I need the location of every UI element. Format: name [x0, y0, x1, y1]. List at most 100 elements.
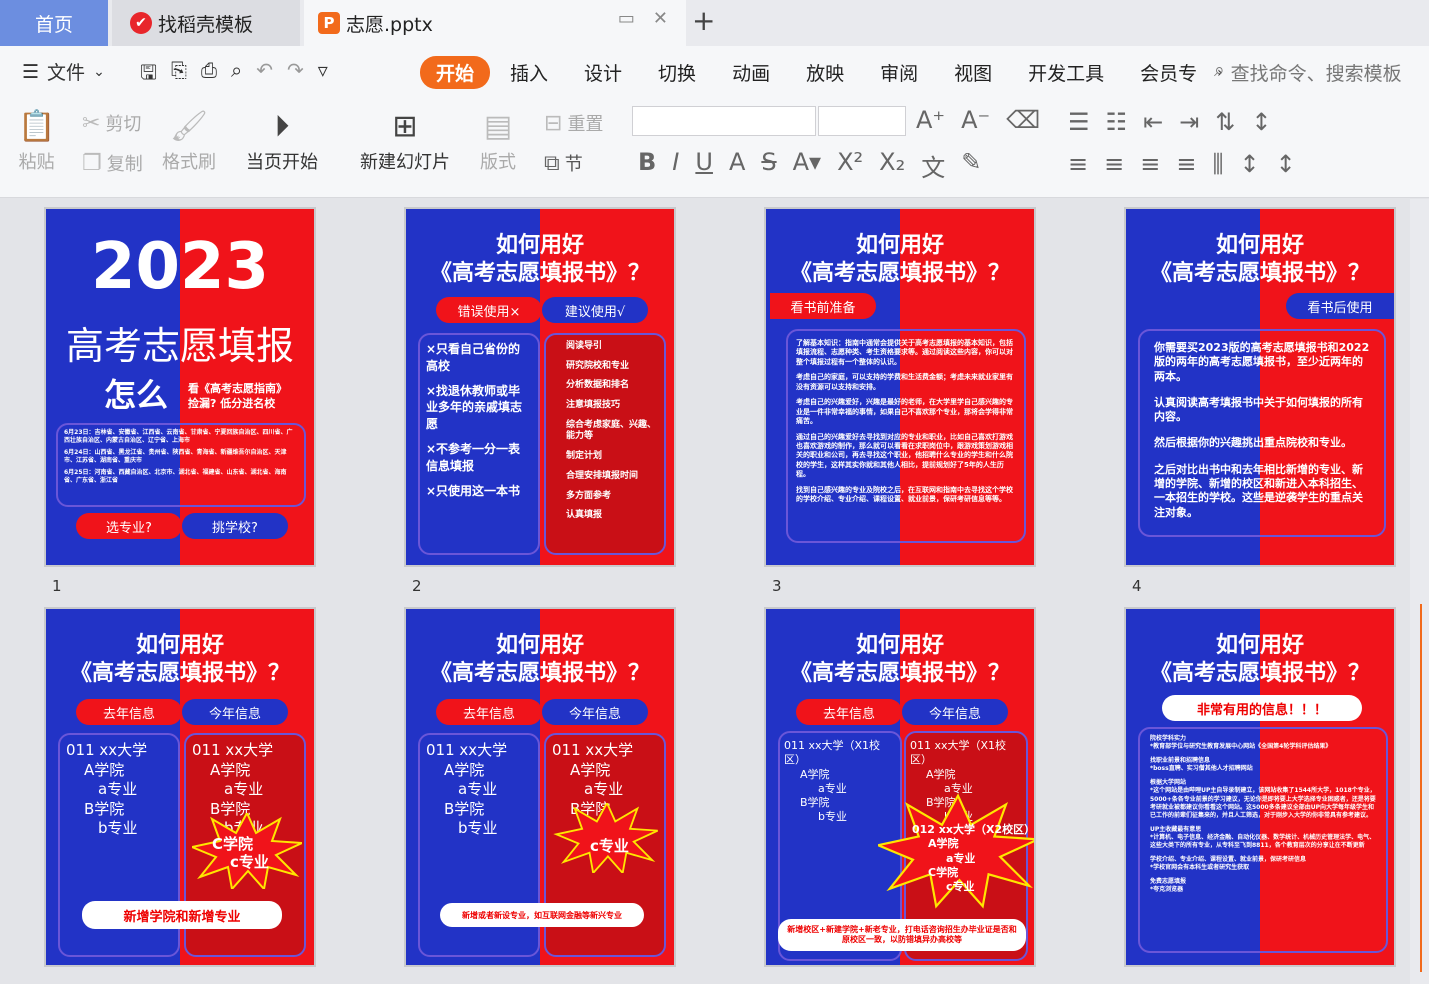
- reset-label: 重置: [567, 114, 604, 135]
- tab-transition[interactable]: 切换: [642, 56, 712, 89]
- superscript-icon[interactable]: X²: [837, 148, 863, 183]
- font-color-icon[interactable]: A▾: [793, 148, 821, 183]
- university-line: 011 xx大学: [552, 741, 634, 759]
- text-direction-icon[interactable]: ⇅: [1215, 108, 1235, 136]
- cut-label: 剪切: [105, 114, 142, 135]
- underline-icon[interactable]: U: [695, 148, 713, 183]
- highlight-icon[interactable]: ✎: [961, 148, 981, 183]
- new-college-line: C学院: [212, 835, 254, 853]
- last-year-pill: 去年信息: [76, 699, 182, 725]
- slide-thumbnail-2[interactable]: 如何用好 《高考志愿填报书》？ 错误使用× 建议使用√ ×只看自己省份的高校 ×…: [404, 207, 676, 567]
- slide-thumbnail-5[interactable]: 如何用好 《高考志愿填报书》？ 去年信息 今年信息 011 xx大学 A学院 a…: [44, 607, 316, 967]
- close-tab-icon[interactable]: ✕: [653, 8, 668, 29]
- tab-insert[interactable]: 插入: [494, 56, 564, 89]
- bold-icon[interactable]: B: [638, 148, 656, 183]
- tab-design[interactable]: 设计: [568, 56, 638, 89]
- copy-button[interactable]: ❐ 复制: [82, 150, 143, 176]
- increase-font-icon[interactable]: A⁺: [916, 106, 945, 134]
- quick-access-toolbar: 🖫 ⎘ ⎙ ⌕ ↶ ↷ ▿: [140, 58, 328, 92]
- decrease-font-icon[interactable]: A⁻: [961, 106, 990, 134]
- redo-icon[interactable]: ↷: [287, 58, 304, 92]
- new-slide-button[interactable]: ⊞ 新建幻灯片: [360, 104, 450, 174]
- major-line: a专业: [584, 780, 624, 798]
- date-line-3: 6月25日：河南省、西藏自治区、北京市、湖北省、福建省、山东省、湖北省、海南省、…: [64, 469, 287, 485]
- tab-member[interactable]: 会员专: [1124, 56, 1213, 89]
- increase-indent-icon[interactable]: ⇥: [1179, 108, 1199, 136]
- new-college-major-pill: 新增学院和新增专业: [82, 901, 282, 929]
- slide-thumbnail-1[interactable]: 2023 高考志愿填报 怎么 看《高考志愿指南》 捡漏? 低分进名校 6月23日…: [44, 207, 316, 567]
- reset-icon: ⊟: [544, 110, 563, 136]
- bullet-list-icon[interactable]: ☰: [1068, 108, 1090, 136]
- paragraph: 通过自己的兴趣爱好去寻找到对应的专业和职业，比如自己喜欢打游戏也喜欢游戏的制作，…: [796, 432, 1013, 479]
- before-reading-tag: 看书前准备: [770, 293, 876, 319]
- slide-thumbnail-4[interactable]: 如何用好 《高考志愿填报书》？ 看书后使用 你需要买2023版的高考志愿填报书和…: [1124, 207, 1396, 567]
- font-name-select[interactable]: [632, 106, 816, 136]
- tab-review[interactable]: 审阅: [864, 56, 934, 89]
- window-pin-icon[interactable]: ▭: [618, 8, 635, 29]
- this-year-pill: 今年信息: [182, 699, 288, 725]
- print-icon[interactable]: ⎙: [201, 58, 217, 92]
- slide-thumbnail-6[interactable]: 如何用好 《高考志愿填报书》？ 去年信息 今年信息 011 xx大学 A学院 a…: [404, 607, 676, 967]
- decrease-indent-icon[interactable]: ⇤: [1143, 108, 1163, 136]
- section-button[interactable]: ⧉ 节: [544, 150, 583, 176]
- reset-button[interactable]: ⊟ 重置: [544, 110, 603, 136]
- text-shadow-icon[interactable]: A: [729, 148, 745, 183]
- slide-thumbnail-7[interactable]: 如何用好 《高考志愿填报书》？ 去年信息 今年信息 011 xx大学（X1校区）…: [764, 607, 1036, 967]
- phonetic-icon[interactable]: 文: [921, 148, 945, 183]
- tab-slideshow[interactable]: 放映: [790, 56, 860, 89]
- format-painter-label: 格式刷: [162, 152, 216, 173]
- format-painter-button[interactable]: 🖌 格式刷: [162, 104, 216, 174]
- menu-bar: ☰ 文件 ⌄ 🖫 ⎘ ⎙ ⌕ ↶ ↷ ▿ 开始 插入 设计 切换 动画 放映 审…: [0, 46, 1429, 98]
- align-left-icon[interactable]: ≡: [1068, 150, 1088, 178]
- cut-button[interactable]: ✂ 剪切: [82, 110, 141, 136]
- sort-icon[interactable]: ↕: [1251, 108, 1271, 136]
- this-year-pill: 今年信息: [542, 699, 648, 725]
- major-line: a专业: [224, 780, 264, 798]
- hamburger-icon: ☰: [22, 60, 40, 83]
- distribute-icon[interactable]: ⫼: [1212, 150, 1223, 178]
- college-line: A学院: [926, 767, 956, 781]
- font-size-select[interactable]: [818, 106, 906, 136]
- slide-title-line-2: 《高考志愿填报书》？: [789, 261, 1010, 286]
- tab-template[interactable]: ✔ 找稻壳模板: [112, 0, 300, 46]
- align-center-icon[interactable]: ≡: [1104, 150, 1124, 178]
- justify-icon[interactable]: ≡: [1176, 150, 1196, 178]
- tab-developer[interactable]: 开发工具: [1012, 56, 1120, 89]
- info-heading: 院校学科实力: [1150, 735, 1187, 742]
- print-preview-icon[interactable]: ⌕: [231, 58, 242, 92]
- paragraph-tools-bottom: ≡ ≡ ≡ ≡ ⫼ ↕ ↕: [1068, 150, 1296, 178]
- line-spacing-icon[interactable]: ↕: [1239, 150, 1259, 178]
- subscript-icon[interactable]: X₂: [879, 148, 905, 183]
- strikethrough-icon[interactable]: S: [761, 148, 776, 183]
- paste-button[interactable]: 📋 粘贴: [18, 104, 55, 174]
- tab-document[interactable]: P 志愿.pptx ▭ ✕: [304, 0, 686, 46]
- undo-icon[interactable]: ↶: [256, 58, 273, 92]
- ribbon-toolbar: 📋 粘贴 ✂ 剪切 ❐ 复制 🖌 格式刷 ⏵ 当页开始 ⊞ 新建幻灯片 ▤ 版式 ⊟…: [0, 98, 1429, 198]
- command-search[interactable]: ⌕ 查找命令、搜索模板: [1214, 59, 1402, 86]
- slide-thumbnail-8[interactable]: 如何用好 《高考志愿填报书》？ 非常有用的信息！！！ 院校学科实力 *教育部学位…: [1124, 607, 1396, 967]
- customize-dropdown-icon[interactable]: ▿: [318, 58, 328, 92]
- suggested-item: 分析数据和排名: [566, 380, 630, 391]
- layout-button[interactable]: ▤ 版式: [480, 104, 516, 174]
- scroll-position-marker: [1420, 604, 1422, 972]
- clear-format-icon[interactable]: ⌫: [1006, 106, 1040, 134]
- italic-icon[interactable]: I: [672, 148, 679, 183]
- play-current-button[interactable]: ⏵ 当页开始: [246, 104, 318, 174]
- numbered-list-icon[interactable]: ☷: [1106, 108, 1128, 136]
- save-icon[interactable]: 🖫: [140, 58, 157, 92]
- tab-start[interactable]: 开始: [420, 56, 491, 89]
- university-line: 011 xx大学（X1校区）: [910, 739, 1007, 767]
- tab-home[interactable]: 首页: [0, 0, 108, 46]
- tab-view[interactable]: 视图: [938, 56, 1008, 89]
- tab-animation[interactable]: 动画: [716, 56, 786, 89]
- university-line: 011 xx大学: [192, 741, 274, 759]
- paragraph-spacing-icon[interactable]: ↕: [1276, 150, 1296, 178]
- search-icon: ⌕: [1214, 59, 1225, 81]
- new-tab-button[interactable]: +: [692, 4, 715, 37]
- align-right-icon[interactable]: ≡: [1140, 150, 1160, 178]
- file-menu[interactable]: ☰ 文件 ⌄: [22, 58, 105, 85]
- slide-title-line-1: 如何用好: [1215, 233, 1304, 258]
- export-icon[interactable]: ⎘: [171, 58, 187, 92]
- suggested-item: 阅读导引: [566, 341, 603, 351]
- slide-thumbnail-3[interactable]: 如何用好 《高考志愿填报书》？ 看书前准备 了解基本知识：指南中通常会提供关于高…: [764, 207, 1036, 567]
